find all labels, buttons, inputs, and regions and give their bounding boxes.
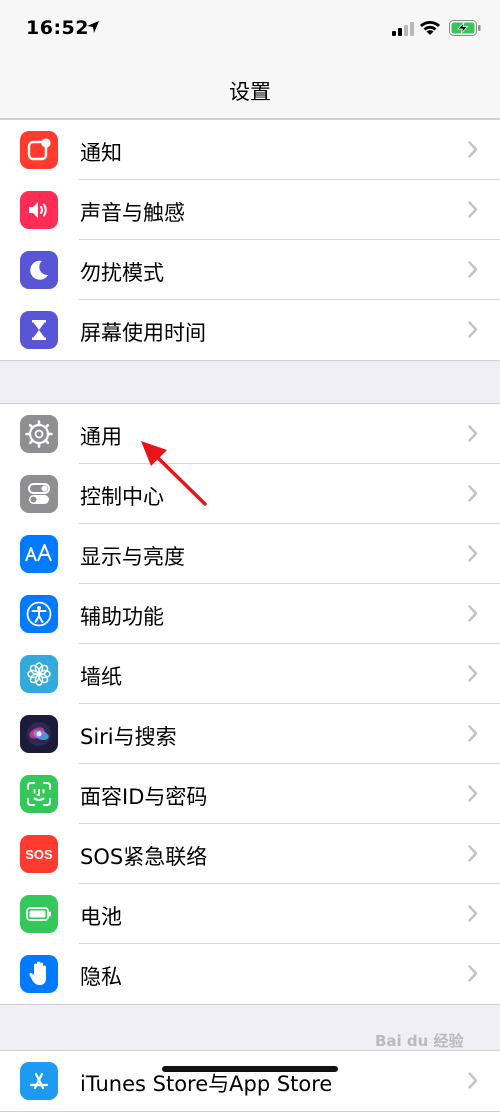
status-bar: 16:52 (0, 0, 500, 62)
settings-row-label: 面容ID与密码 (80, 785, 208, 809)
settings-row-siri[interactable]: Siri与搜索 (0, 704, 500, 764)
text-size-icon (20, 535, 58, 573)
settings-row-label: 电池 (80, 905, 122, 929)
siri-icon (20, 715, 58, 753)
chevron-right-icon (468, 141, 478, 158)
settings-row-label: 通知 (80, 141, 122, 165)
settings-row-control-center[interactable]: 控制中心 (0, 464, 500, 524)
sos-icon-text: SOS (25, 846, 53, 862)
chevron-right-icon (468, 845, 478, 862)
chevron-right-icon (468, 201, 478, 218)
chevron-right-icon (468, 1072, 478, 1089)
chevron-right-icon (468, 725, 478, 742)
battery-charging-icon (449, 20, 481, 36)
settings-row-label: iTunes Store与App Store (80, 1072, 333, 1096)
settings-row-label: 屏幕使用时间 (80, 321, 206, 345)
settings-row-label: SOS紧急联络 (80, 845, 208, 869)
gear-icon (20, 415, 58, 453)
chevron-right-icon (468, 605, 478, 622)
settings-row-sos[interactable]: SOS SOS紧急联络 (0, 824, 500, 884)
notifications-icon (20, 131, 58, 169)
wifi-icon (420, 21, 440, 35)
hourglass-icon (20, 311, 58, 349)
nav-bar: 设置 (0, 62, 500, 119)
sos-icon: SOS (20, 835, 58, 873)
settings-row-label: 声音与触感 (80, 201, 185, 225)
chevron-right-icon (468, 545, 478, 562)
chevron-right-icon (468, 965, 478, 982)
settings-row-sounds[interactable]: 声音与触感 (0, 180, 500, 240)
settings-row-itunes-app-store[interactable]: iTunes Store与App Store (0, 1051, 500, 1111)
settings-group-3: iTunes Store与App Store (0, 1050, 500, 1112)
settings-group-2: 通用 控制中心 显示与亮度 辅助功能 墙纸 Siri与搜索 面容ID与密码 SO… (0, 403, 500, 1005)
settings-row-label: 辅助功能 (80, 605, 164, 629)
settings-row-label: Siri与搜索 (80, 725, 177, 749)
settings-group-1: 通知 声音与触感 勿扰模式 屏幕使用时间 (0, 119, 500, 361)
hand-icon (20, 955, 58, 993)
settings-row-accessibility[interactable]: 辅助功能 (0, 584, 500, 644)
flower-icon (20, 655, 58, 693)
settings-row-wallpaper[interactable]: 墙纸 (0, 644, 500, 704)
settings-row-screen-time[interactable]: 屏幕使用时间 (0, 300, 500, 360)
speaker-icon (20, 191, 58, 229)
chevron-right-icon (468, 261, 478, 278)
face-id-icon (20, 775, 58, 813)
location-arrow-icon (87, 21, 99, 33)
settings-row-do-not-disturb[interactable]: 勿扰模式 (0, 240, 500, 300)
annotation-arrow-icon (141, 441, 207, 506)
settings-row-label: 勿扰模式 (80, 261, 164, 285)
settings-row-notifications[interactable]: 通知 (0, 120, 500, 180)
status-time: 16:52 (26, 17, 89, 39)
signal-icon (392, 22, 414, 36)
chevron-right-icon (468, 785, 478, 802)
battery-icon (20, 895, 58, 933)
settings-row-face-id[interactable]: 面容ID与密码 (0, 764, 500, 824)
toggles-icon (20, 475, 58, 513)
settings-row-general[interactable]: 通用 (0, 404, 500, 464)
page-title: 设置 (229, 80, 271, 104)
settings-row-battery[interactable]: 电池 (0, 884, 500, 944)
watermark: Bai du 经验 (375, 1032, 464, 1050)
chevron-right-icon (468, 905, 478, 922)
settings-row-privacy[interactable]: 隐私 (0, 944, 500, 1004)
chevron-right-icon (468, 321, 478, 338)
app-store-icon (20, 1062, 58, 1100)
settings-row-label: 通用 (80, 425, 122, 449)
chevron-right-icon (468, 485, 478, 502)
chevron-right-icon (468, 425, 478, 442)
chevron-right-icon (468, 665, 478, 682)
home-indicator[interactable] (162, 1066, 338, 1072)
moon-icon (20, 251, 58, 289)
settings-row-label: 显示与亮度 (80, 545, 185, 569)
accessibility-icon (20, 595, 58, 633)
settings-row-label: 墙纸 (80, 665, 122, 689)
settings-row-display[interactable]: 显示与亮度 (0, 524, 500, 584)
settings-row-label: 隐私 (80, 965, 122, 989)
